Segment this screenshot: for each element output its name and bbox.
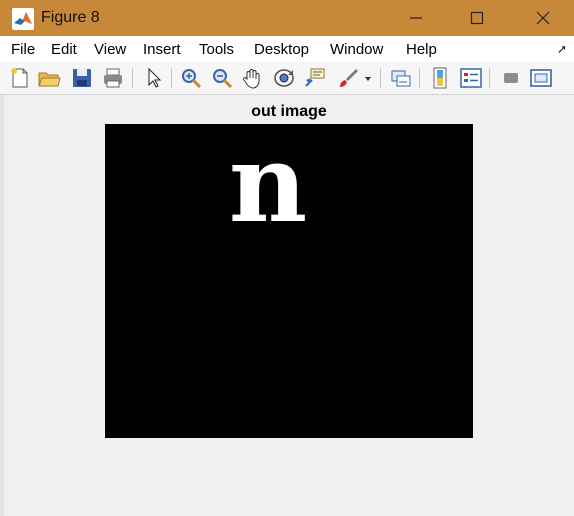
figure-toolbar	[0, 62, 574, 95]
menu-file[interactable]: File	[11, 41, 35, 58]
open-file-icon[interactable]	[37, 66, 61, 90]
menu-insert[interactable]: Insert	[143, 41, 181, 58]
hide-plot-tools-icon[interactable]	[499, 66, 523, 90]
glyph-letter: n	[229, 124, 308, 247]
toolbar-separator	[489, 68, 490, 88]
colorbar-icon[interactable]	[428, 66, 452, 90]
new-figure-icon[interactable]	[8, 66, 32, 90]
menu-desktop[interactable]: Desktop	[254, 41, 309, 58]
zoom-out-icon[interactable]	[210, 66, 234, 90]
close-icon	[536, 11, 550, 25]
title-bar[interactable]: Figure 8	[0, 0, 574, 36]
close-button[interactable]	[520, 0, 566, 36]
data-cursor-icon[interactable]	[303, 66, 327, 90]
window-title: Figure 8	[41, 9, 100, 26]
show-plot-tools-icon[interactable]	[529, 66, 553, 90]
menu-window[interactable]: Window	[330, 41, 383, 58]
legend-icon[interactable]	[459, 66, 483, 90]
window-left-edge	[0, 95, 4, 516]
minimize-icon	[410, 17, 422, 19]
save-icon[interactable]	[70, 66, 94, 90]
zoom-in-icon[interactable]	[179, 66, 203, 90]
menu-help[interactable]: Help	[406, 41, 437, 58]
print-icon[interactable]	[101, 66, 125, 90]
pan-icon[interactable]	[241, 66, 265, 90]
link-plot-icon[interactable]	[389, 66, 413, 90]
menu-tools[interactable]: Tools	[199, 41, 234, 58]
axes-title: out image	[251, 103, 327, 120]
menu-bar: File Edit View Insert Tools Desktop Wind…	[0, 36, 574, 62]
matlab-logo-icon	[12, 8, 34, 30]
minimize-button[interactable]	[393, 0, 439, 36]
maximize-button[interactable]	[454, 0, 500, 36]
pointer-icon[interactable]	[142, 66, 166, 90]
toolbar-separator	[132, 68, 133, 88]
brush-dropdown-icon[interactable]	[362, 66, 374, 90]
menu-overflow-arrow-icon[interactable]: ➚	[557, 42, 567, 56]
toolbar-separator	[380, 68, 381, 88]
menu-view[interactable]: View	[94, 41, 126, 58]
toolbar-separator	[419, 68, 420, 88]
output-image[interactable]: n	[105, 124, 473, 438]
rotate-3d-icon[interactable]	[272, 66, 296, 90]
maximize-icon	[470, 11, 484, 25]
brush-icon[interactable]	[336, 66, 360, 90]
toolbar-separator	[171, 68, 172, 88]
menu-edit[interactable]: Edit	[51, 41, 77, 58]
image-glyph: n	[229, 124, 308, 247]
